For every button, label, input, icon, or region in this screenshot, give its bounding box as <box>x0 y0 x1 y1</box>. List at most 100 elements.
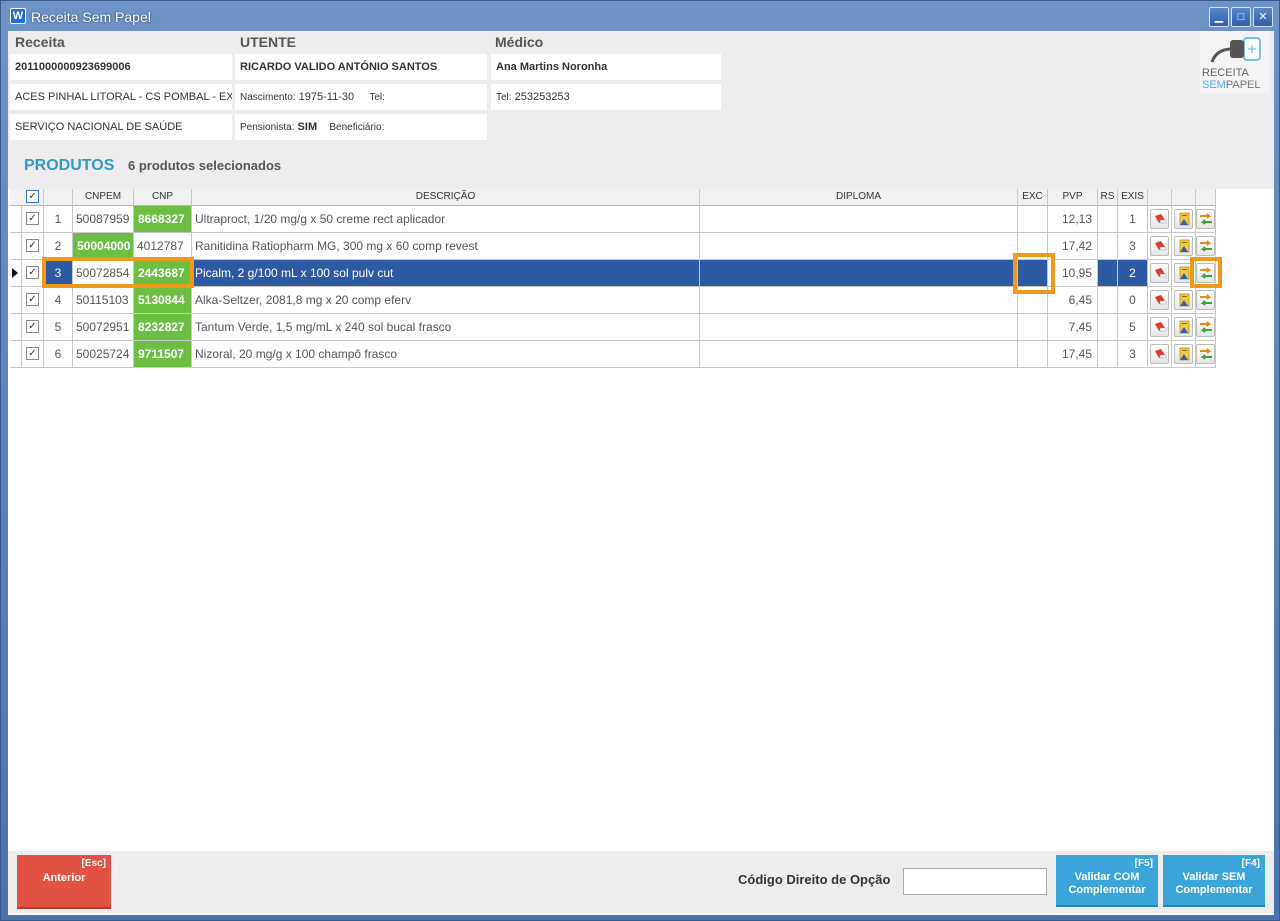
info-button[interactable] <box>1174 263 1193 283</box>
table-row-selected[interactable]: ✓ 3 50072854 2443687 Picalm, 2 g/100 mL … <box>10 260 1216 287</box>
title-bar[interactable]: W Receita Sem Papel ▁ □ ✕ <box>1 1 1279 31</box>
row-exc[interactable] <box>1018 233 1048 260</box>
row-action-swap[interactable] <box>1196 260 1216 287</box>
row-cnpem[interactable]: 50115103 <box>73 287 134 314</box>
table-row[interactable]: ✓ 4 50115103 5130844 Alka-Seltzer, 2081,… <box>10 287 1216 314</box>
row-action-info[interactable] <box>1172 206 1196 233</box>
header-exc[interactable]: EXC <box>1018 189 1048 206</box>
row-cnpem[interactable]: 50004000 <box>73 233 134 260</box>
header-cnp[interactable]: CNP <box>134 189 192 206</box>
cdo-input[interactable] <box>903 868 1047 895</box>
select-all-cell[interactable]: ✓ <box>22 189 44 206</box>
row-exc[interactable] <box>1018 206 1048 233</box>
row-check-cell[interactable]: ✓ <box>22 287 44 314</box>
swap-button[interactable] <box>1196 209 1215 229</box>
row-checkbox[interactable]: ✓ <box>26 266 39 279</box>
row-diploma[interactable] <box>700 206 1018 233</box>
row-action-swap[interactable] <box>1196 341 1216 368</box>
row-action-remove[interactable] <box>1148 287 1172 314</box>
header-cnpem[interactable]: CNPEM <box>73 189 134 206</box>
remove-button[interactable] <box>1150 317 1169 337</box>
remove-button[interactable] <box>1150 290 1169 310</box>
info-button[interactable] <box>1174 209 1193 229</box>
row-diploma[interactable] <box>700 314 1018 341</box>
row-cnp[interactable]: 9711507 <box>134 341 192 368</box>
validar-sem-button[interactable]: [F4] Validar SEM Complementar <box>1163 855 1265 907</box>
row-action-remove[interactable] <box>1148 341 1172 368</box>
swap-button[interactable] <box>1196 317 1215 337</box>
info-button[interactable] <box>1174 290 1193 310</box>
row-action-info[interactable] <box>1172 287 1196 314</box>
table-row[interactable]: ✓ 1 50087959 8668327 Ultraproct, 1/20 mg… <box>10 206 1216 233</box>
row-action-remove[interactable] <box>1148 233 1172 260</box>
row-cnpem[interactable]: 50072854 <box>73 260 134 287</box>
row-diploma[interactable] <box>700 341 1018 368</box>
row-descricao[interactable]: Picalm, 2 g/100 mL x 100 sol pulv cut <box>192 260 700 287</box>
row-exc[interactable] <box>1018 341 1048 368</box>
row-action-info[interactable] <box>1172 233 1196 260</box>
table-row[interactable]: ✓ 2 50004000 4012787 Ranitidina Ratiopha… <box>10 233 1216 260</box>
remove-button[interactable] <box>1150 263 1169 283</box>
row-action-info[interactable] <box>1172 314 1196 341</box>
row-descricao[interactable]: Nizoral, 20 mg/g x 100 champô frasco <box>192 341 700 368</box>
row-cnp[interactable]: 5130844 <box>134 287 192 314</box>
row-check-cell[interactable]: ✓ <box>22 233 44 260</box>
row-checkbox[interactable]: ✓ <box>26 239 39 252</box>
row-check-cell[interactable]: ✓ <box>22 260 44 287</box>
close-button[interactable]: ✕ <box>1253 7 1273 27</box>
row-cnpem[interactable]: 50025724 <box>73 341 134 368</box>
row-cnp[interactable]: 8668327 <box>134 206 192 233</box>
row-diploma[interactable] <box>700 233 1018 260</box>
anterior-button[interactable]: [Esc] Anterior <box>17 855 111 909</box>
row-diploma[interactable] <box>700 260 1018 287</box>
select-all-checkbox[interactable]: ✓ <box>26 190 39 203</box>
table-row[interactable]: ✓ 6 50025724 9711507 Nizoral, 20 mg/g x … <box>10 341 1216 368</box>
row-exc[interactable] <box>1018 287 1048 314</box>
row-check-cell[interactable]: ✓ <box>22 206 44 233</box>
header-pvp[interactable]: PVP <box>1048 189 1098 206</box>
row-cnp[interactable]: 8232827 <box>134 314 192 341</box>
row-action-swap[interactable] <box>1196 314 1216 341</box>
swap-button[interactable] <box>1196 263 1215 283</box>
header-diploma[interactable]: DIPLOMA <box>700 189 1018 206</box>
row-checkbox[interactable]: ✓ <box>26 347 39 360</box>
row-check-cell[interactable]: ✓ <box>22 341 44 368</box>
info-button[interactable] <box>1174 236 1193 256</box>
row-checkbox[interactable]: ✓ <box>26 320 39 333</box>
row-cnpem[interactable]: 50087959 <box>73 206 134 233</box>
table-row[interactable]: ✓ 5 50072951 8232827 Tantum Verde, 1,5 m… <box>10 314 1216 341</box>
row-checkbox[interactable]: ✓ <box>26 212 39 225</box>
row-descricao[interactable]: Tantum Verde, 1,5 mg/mL x 240 sol bucal … <box>192 314 700 341</box>
remove-button[interactable] <box>1150 236 1169 256</box>
header-exis[interactable]: EXIS <box>1118 189 1148 206</box>
remove-button[interactable] <box>1150 209 1169 229</box>
swap-button[interactable] <box>1196 344 1215 364</box>
validar-com-button[interactable]: [F5] Validar COM Complementar <box>1056 855 1158 907</box>
header-descricao[interactable]: DESCRIÇÃO <box>192 189 700 206</box>
row-action-swap[interactable] <box>1196 287 1216 314</box>
maximize-button[interactable]: □ <box>1231 7 1251 27</box>
info-button[interactable] <box>1174 344 1193 364</box>
row-action-swap[interactable] <box>1196 233 1216 260</box>
row-cnp[interactable]: 2443687 <box>134 260 192 287</box>
row-action-swap[interactable] <box>1196 206 1216 233</box>
row-action-remove[interactable] <box>1148 260 1172 287</box>
header-rs[interactable]: RS <box>1098 189 1118 206</box>
row-descricao[interactable]: Alka-Seltzer, 2081,8 mg x 20 comp eferv <box>192 287 700 314</box>
swap-button[interactable] <box>1196 290 1215 310</box>
row-exc[interactable] <box>1018 260 1048 287</box>
row-action-remove[interactable] <box>1148 206 1172 233</box>
row-exc[interactable] <box>1018 314 1048 341</box>
row-check-cell[interactable]: ✓ <box>22 314 44 341</box>
row-diploma[interactable] <box>700 287 1018 314</box>
row-cnp[interactable]: 4012787 <box>134 233 192 260</box>
remove-button[interactable] <box>1150 344 1169 364</box>
row-action-info[interactable] <box>1172 341 1196 368</box>
row-action-info[interactable] <box>1172 260 1196 287</box>
row-descricao[interactable]: Ultraproct, 1/20 mg/g x 50 creme rect ap… <box>192 206 700 233</box>
row-action-remove[interactable] <box>1148 314 1172 341</box>
info-button[interactable] <box>1174 317 1193 337</box>
minimize-button[interactable]: ▁ <box>1209 7 1229 27</box>
swap-button[interactable] <box>1196 236 1215 256</box>
row-checkbox[interactable]: ✓ <box>26 293 39 306</box>
